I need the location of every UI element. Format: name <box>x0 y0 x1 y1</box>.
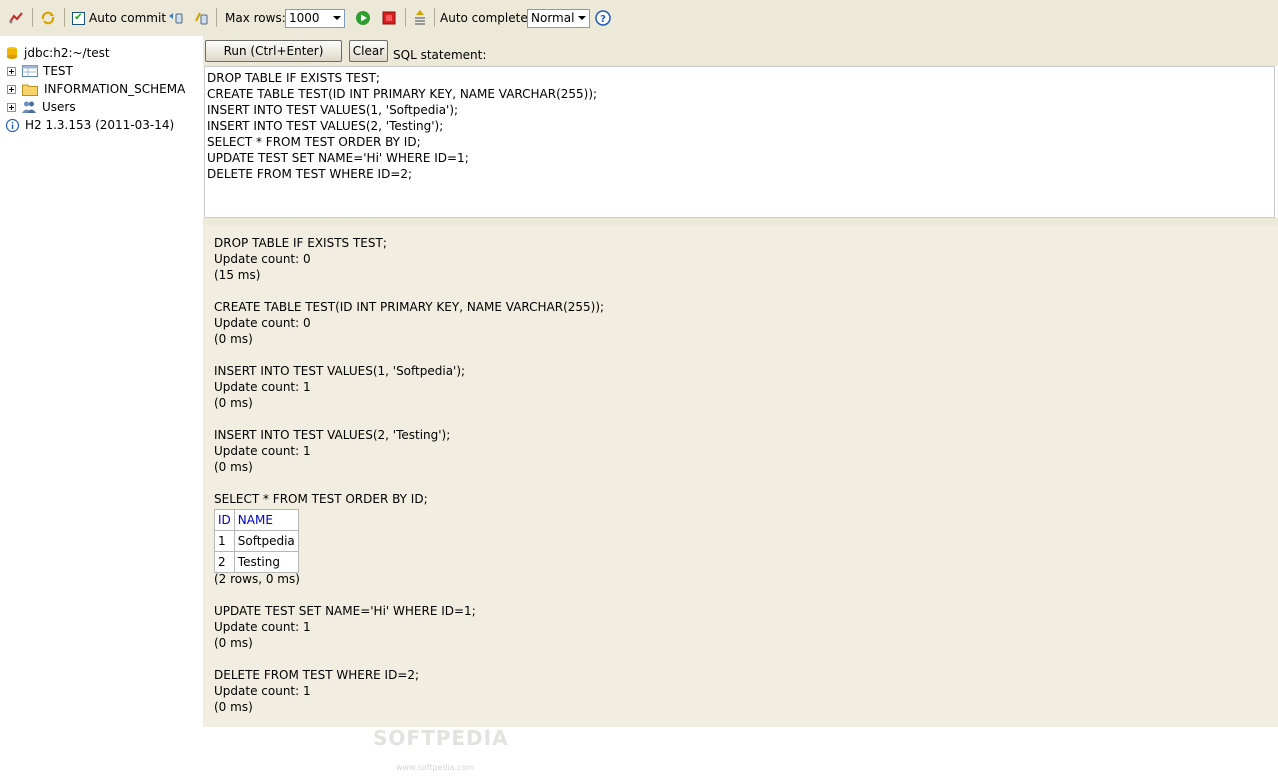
auto-complete-select[interactable]: Normal <box>527 0 590 36</box>
sql-editor[interactable]: DROP TABLE IF EXISTS TEST; CREATE TABLE … <box>204 66 1275 218</box>
result-update-count: Update count: 1 <box>214 380 311 394</box>
table-icon <box>22 65 38 77</box>
expand-icon[interactable] <box>7 84 16 94</box>
result-update-count: Update count: 1 <box>214 684 311 698</box>
watermark-url: www.softpedia.com <box>396 763 475 772</box>
users-icon <box>22 100 36 114</box>
table-cell: 2 <box>214 551 235 573</box>
tree-item-label: TEST <box>43 64 73 78</box>
run-button[interactable]: Run (Ctrl+Enter) <box>205 40 342 62</box>
auto-complete-value: Normal <box>531 11 575 25</box>
result-time: (0 ms) <box>214 636 253 650</box>
auto-commit-checkbox[interactable]: ✔ Auto commit <box>72 0 166 36</box>
splitter[interactable] <box>203 218 1278 225</box>
max-rows-value: 1000 <box>289 11 320 25</box>
clear-button[interactable]: Clear <box>349 40 388 62</box>
result-update-count: Update count: 0 <box>214 252 311 266</box>
sql-line: INSERT INTO TEST VALUES(2, 'Testing'); <box>207 119 444 133</box>
connection-label: jdbc:h2:~/test <box>24 46 110 60</box>
stop-icon[interactable] <box>382 0 396 36</box>
sql-line: INSERT INTO TEST VALUES(1, 'Softpedia'); <box>207 103 459 117</box>
tree-version: H2 1.3.153 (2011-03-14) <box>6 116 174 134</box>
toolbar: ✔ Auto commit Max rows: 1000 Auto comple… <box>0 0 1278 36</box>
table-cell: Softpedia <box>233 530 299 552</box>
refresh-icon[interactable] <box>40 0 56 36</box>
result-statement: INSERT INTO TEST VALUES(2, 'Testing'); <box>214 428 451 442</box>
auto-commit-label: Auto commit <box>89 11 167 25</box>
info-icon <box>6 118 19 132</box>
max-rows-label: Max rows: <box>225 11 286 25</box>
chevron-down-icon <box>575 10 589 27</box>
history-icon[interactable] <box>412 0 428 36</box>
sql-line: CREATE TABLE TEST(ID INT PRIMARY KEY, NA… <box>207 87 598 101</box>
result-update-count: Update count: 1 <box>214 444 311 458</box>
result-time: (0 ms) <box>214 700 253 714</box>
table-cell: Testing <box>233 551 299 573</box>
expand-icon[interactable] <box>7 66 16 76</box>
result-time: (15 ms) <box>214 268 261 282</box>
sql-line: SELECT * FROM TEST ORDER BY ID; <box>207 135 421 149</box>
sql-line: DROP TABLE IF EXISTS TEST; <box>207 71 380 85</box>
result-summary: (2 rows, 0 ms) <box>214 572 300 586</box>
database-icon <box>6 46 18 60</box>
sql-line: UPDATE TEST SET NAME='Hi' WHERE ID=1; <box>207 151 469 165</box>
max-rows-select[interactable]: 1000 <box>285 0 345 36</box>
table-cell: 1 <box>214 530 235 552</box>
check-icon: ✔ <box>72 11 85 25</box>
result-update-count: Update count: 0 <box>214 316 311 330</box>
tree-item-label: Users <box>42 100 76 114</box>
svg-text:?: ? <box>600 14 606 25</box>
result-statement: SELECT * FROM TEST ORDER BY ID; <box>214 492 428 506</box>
table-header-row: ID NAME <box>214 509 299 531</box>
sql-statement-label: SQL statement: <box>393 48 487 62</box>
table-row: 1 Softpedia <box>214 530 299 552</box>
help-icon[interactable]: ? <box>595 0 611 36</box>
tree-item-test[interactable]: TEST <box>7 62 73 80</box>
query-toolbar: Run (Ctrl+Enter) Clear SQL statement: <box>203 36 1278 66</box>
sql-line: DELETE FROM TEST WHERE ID=2; <box>207 167 413 181</box>
tree-connection[interactable]: jdbc:h2:~/test <box>6 44 110 62</box>
tree-item-information-schema[interactable]: INFORMATION_SCHEMA <box>7 80 185 98</box>
schema-tree: jdbc:h2:~/test TEST INFORMATION_SCHEMA U… <box>0 36 203 727</box>
column-header-id[interactable]: ID <box>214 509 235 531</box>
watermark: SOFTPEDIA <box>373 726 509 750</box>
result-statement: CREATE TABLE TEST(ID INT PRIMARY KEY, NA… <box>214 300 605 314</box>
chevron-down-icon <box>330 10 344 27</box>
commit-icon[interactable] <box>167 0 185 36</box>
result-time: (0 ms) <box>214 396 253 410</box>
table-row: 2 Testing <box>214 551 299 573</box>
result-statement: DROP TABLE IF EXISTS TEST; <box>214 236 387 250</box>
auto-complete-label: Auto complete <box>440 11 528 25</box>
result-table: ID NAME 1 Softpedia 2 Testing <box>214 509 299 573</box>
tree-item-users[interactable]: Users <box>7 98 76 116</box>
rollback-icon[interactable] <box>194 0 210 36</box>
result-time: (0 ms) <box>214 460 253 474</box>
tree-item-label: INFORMATION_SCHEMA <box>44 82 186 96</box>
expand-icon[interactable] <box>7 102 16 112</box>
column-header-name[interactable]: NAME <box>233 509 299 531</box>
result-statement: UPDATE TEST SET NAME='Hi' WHERE ID=1; <box>214 604 476 618</box>
result-update-count: Update count: 1 <box>214 620 311 634</box>
disconnect-icon[interactable] <box>8 0 24 36</box>
result-statement: INSERT INTO TEST VALUES(1, 'Softpedia'); <box>214 364 466 378</box>
version-label: H2 1.3.153 (2011-03-14) <box>25 118 175 132</box>
result-statement: DELETE FROM TEST WHERE ID=2; <box>214 668 420 682</box>
execute-icon[interactable] <box>355 0 371 36</box>
results-panel: DROP TABLE IF EXISTS TEST; Update count:… <box>203 225 1278 772</box>
folder-icon <box>22 83 38 96</box>
result-time: (0 ms) <box>214 332 253 346</box>
